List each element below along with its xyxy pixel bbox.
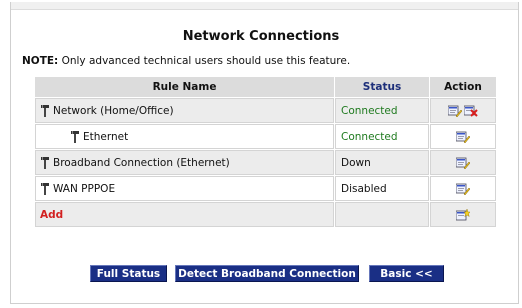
- rule-link-wan-pppoe[interactable]: WAN PPPOE: [53, 183, 115, 195]
- action-cell: [430, 124, 496, 149]
- status-cell: Connected: [335, 98, 429, 123]
- status-cell: Disabled: [335, 176, 429, 201]
- status-cell: Down: [335, 150, 429, 175]
- full-status-button[interactable]: Full Status: [90, 265, 167, 282]
- edit-icon[interactable]: [456, 183, 470, 195]
- action-cell: [430, 176, 496, 201]
- page-title: Network Connections: [182, 29, 340, 44]
- action-cell: [430, 150, 496, 175]
- header-action: Action: [430, 77, 496, 97]
- basic-button[interactable]: Basic <<: [369, 265, 444, 282]
- rule-link-broadband[interactable]: Broadband Connection (Ethernet): [53, 157, 230, 169]
- connection-icon: [71, 130, 79, 143]
- table-header-row: Rule Name Status Action: [35, 77, 496, 97]
- header-rule-name: Rule Name: [35, 77, 334, 97]
- note-text: NOTE: Only advanced technical users shou…: [22, 55, 350, 67]
- rule-name-cell: WAN PPPOE: [35, 176, 334, 201]
- button-bar: Full Status Detect Broadband Connection …: [0, 265, 522, 283]
- new-item-icon[interactable]: [456, 208, 470, 221]
- note-message: Only advanced technical users should use…: [58, 55, 351, 67]
- rule-link-network[interactable]: Network (Home/Office): [53, 105, 174, 117]
- add-link[interactable]: Add: [36, 209, 63, 221]
- connection-icon: [41, 104, 49, 117]
- table-row: WAN PPPOE Disabled: [35, 176, 496, 201]
- edit-icon[interactable]: [448, 105, 462, 117]
- table-row: Network (Home/Office) Connected: [35, 98, 496, 123]
- edit-icon[interactable]: [456, 157, 470, 169]
- action-cell: [430, 98, 496, 123]
- status-cell: Connected: [335, 124, 429, 149]
- note-label: NOTE:: [22, 55, 59, 67]
- detect-broadband-button[interactable]: Detect Broadband Connection: [175, 265, 359, 282]
- rule-name-cell: Network (Home/Office): [35, 98, 334, 123]
- rule-link-ethernet[interactable]: Ethernet: [83, 131, 128, 143]
- connection-icon: [41, 182, 49, 195]
- table-row: Ethernet Connected: [35, 124, 496, 149]
- edit-icon[interactable]: [456, 131, 470, 143]
- delete-icon[interactable]: [464, 105, 478, 117]
- table-row-add: Add: [35, 202, 496, 227]
- header-status: Status: [335, 77, 429, 97]
- rule-name-cell: Ethernet: [35, 124, 334, 149]
- add-cell: Add: [35, 202, 334, 227]
- rule-name-cell: Broadband Connection (Ethernet): [35, 150, 334, 175]
- connection-icon: [41, 156, 49, 169]
- rules-table: Rule Name Status Action Network (Home/Of…: [34, 76, 497, 228]
- empty-status-cell: [335, 202, 429, 227]
- action-cell: [430, 202, 496, 227]
- table-row: Broadband Connection (Ethernet) Down: [35, 150, 496, 175]
